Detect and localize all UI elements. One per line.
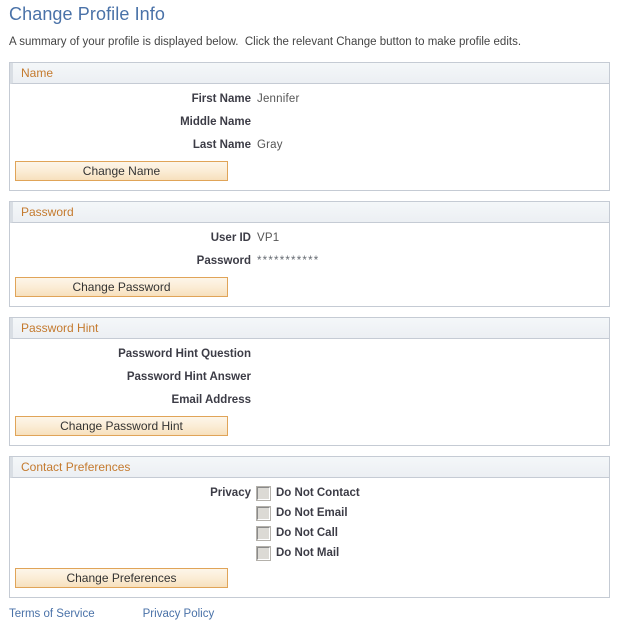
privacy-label: Privacy bbox=[210, 487, 251, 499]
privacy-row: Privacy Do Not Contact Do Not Email Do N… bbox=[10, 486, 609, 566]
password-hint-button-row: Change Password Hint bbox=[10, 416, 609, 436]
user-id-label: User ID bbox=[210, 232, 251, 244]
checkbox-box-icon[interactable] bbox=[257, 486, 270, 500]
checkbox-label: Do Not Call bbox=[276, 527, 338, 539]
field-row: Password Hint Answer bbox=[10, 370, 609, 384]
section-contact-preferences-header: Contact Preferences bbox=[10, 457, 609, 478]
preferences-button-row: Change Preferences bbox=[10, 568, 609, 588]
section-contact-preferences: Contact Preferences Privacy Do Not Conta… bbox=[9, 456, 610, 598]
field-row: Email Address bbox=[10, 393, 609, 407]
change-preferences-button[interactable]: Change Preferences bbox=[15, 568, 228, 588]
section-name: Name First Name Jennifer Middle Name Las… bbox=[9, 62, 610, 191]
footer: Terms of Service Privacy Policy bbox=[9, 608, 631, 620]
privacy-policy-link[interactable]: Privacy Policy bbox=[143, 608, 215, 620]
section-password-body: User ID VP1 Password *********** Change … bbox=[10, 223, 609, 306]
field-row: Password *********** bbox=[10, 254, 609, 268]
email-address-label: Email Address bbox=[171, 394, 251, 406]
middle-name-label: Middle Name bbox=[180, 116, 251, 128]
checkbox-box-icon[interactable] bbox=[257, 526, 270, 540]
field-row: Middle Name bbox=[10, 115, 609, 129]
section-password-hint-body: Password Hint Question Password Hint Ans… bbox=[10, 339, 609, 445]
change-name-button[interactable]: Change Name bbox=[15, 161, 228, 181]
password-hint-answer-label: Password Hint Answer bbox=[126, 371, 251, 383]
checkbox-label: Do Not Mail bbox=[276, 547, 340, 559]
section-password-hint-header: Password Hint bbox=[10, 318, 609, 339]
change-password-button[interactable]: Change Password bbox=[15, 277, 228, 297]
checkbox-do-not-email[interactable]: Do Not Email bbox=[257, 506, 360, 520]
last-name-value: Gray bbox=[257, 139, 283, 151]
section-name-header: Name bbox=[10, 63, 609, 84]
section-contact-preferences-body: Privacy Do Not Contact Do Not Email Do N… bbox=[10, 478, 609, 597]
first-name-label: First Name bbox=[191, 93, 251, 105]
change-profile-info-page: Change Profile Info A summary of your pr… bbox=[0, 0, 631, 620]
section-password: Password User ID VP1 Password **********… bbox=[9, 201, 610, 307]
password-hint-question-label: Password Hint Question bbox=[118, 348, 251, 360]
page-subtitle: A summary of your profile is displayed b… bbox=[9, 36, 522, 48]
field-row: User ID VP1 bbox=[10, 231, 609, 245]
section-name-body: First Name Jennifer Middle Name Last Nam… bbox=[10, 84, 609, 190]
checkbox-do-not-call[interactable]: Do Not Call bbox=[257, 526, 360, 540]
first-name-value: Jennifer bbox=[257, 93, 300, 105]
checkbox-do-not-mail[interactable]: Do Not Mail bbox=[257, 546, 360, 560]
terms-of-service-link[interactable]: Terms of Service bbox=[9, 608, 95, 620]
checkbox-box-icon[interactable] bbox=[257, 546, 270, 560]
field-row: Last Name Gray bbox=[10, 138, 609, 152]
checkbox-do-not-contact[interactable]: Do Not Contact bbox=[257, 486, 360, 500]
name-button-row: Change Name bbox=[10, 161, 609, 181]
password-button-row: Change Password bbox=[10, 277, 609, 297]
field-row: First Name Jennifer bbox=[10, 92, 609, 106]
change-password-hint-button[interactable]: Change Password Hint bbox=[15, 416, 228, 436]
checkbox-label: Do Not Email bbox=[276, 507, 348, 519]
password-label: Password bbox=[196, 255, 251, 267]
checkbox-box-icon[interactable] bbox=[257, 506, 270, 520]
section-password-hint: Password Hint Password Hint Question Pas… bbox=[9, 317, 610, 446]
page-title: Change Profile Info bbox=[9, 4, 165, 24]
section-password-header: Password bbox=[10, 202, 609, 223]
last-name-label: Last Name bbox=[192, 139, 251, 151]
user-id-value: VP1 bbox=[257, 232, 280, 244]
privacy-options-list: Do Not Contact Do Not Email Do Not Call … bbox=[257, 486, 360, 566]
checkbox-label: Do Not Contact bbox=[276, 487, 360, 499]
field-row: Password Hint Question bbox=[10, 347, 609, 361]
password-value: *********** bbox=[257, 255, 320, 267]
